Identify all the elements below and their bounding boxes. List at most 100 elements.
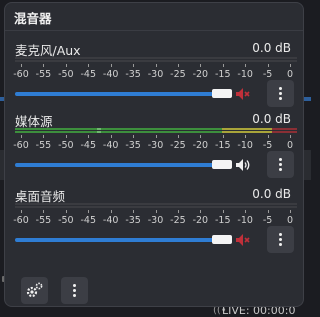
db-scale-label: -35 (125, 69, 141, 80)
meter-tick (43, 135, 45, 138)
db-scale-label: -10 (237, 215, 253, 226)
db-scale-label: -25 (170, 140, 186, 151)
mixer-more-button[interactable] (61, 277, 88, 304)
channel-desktop-audio: 桌面音频 0.0 dB -60 -55 -50 -45 -40 -35 -30 -25 -20-… (5, 186, 303, 266)
meter-row-left (15, 128, 297, 130)
meter-tick (290, 210, 291, 213)
volume-slider[interactable] (15, 89, 233, 99)
db-scale-label: -5 (262, 69, 273, 80)
db-scale-label: -35 (125, 215, 141, 226)
slider-track (15, 92, 215, 96)
meter-tick (110, 210, 112, 213)
meter-tick (65, 135, 67, 138)
db-scale-label: -15 (214, 140, 231, 151)
slider-track (15, 163, 215, 167)
meter-tick (21, 135, 22, 138)
db-scale-label: -20 (192, 69, 209, 80)
db-scale-label: -10 (237, 69, 253, 80)
channel-menu-button[interactable] (267, 151, 294, 178)
meter-tick (245, 64, 247, 67)
meter-tick (267, 135, 269, 138)
meter-tick (290, 135, 291, 138)
meter-tick (177, 135, 179, 138)
db-scale: -60 -55 -50 -45 -40 -35 -30 -25 -20 -15 -10 -5 0 (13, 140, 299, 152)
channel-menu-button[interactable] (267, 80, 294, 107)
speaker-muted-icon[interactable] (235, 232, 251, 248)
slider-track (15, 238, 215, 242)
meter-row-right (15, 206, 297, 208)
mixer-settings-button[interactable] (21, 277, 48, 304)
db-scale-label: -20 (192, 140, 209, 151)
db-scale-label: -55 (35, 140, 52, 151)
meter-tick (155, 210, 157, 213)
channel-menu-button[interactable] (267, 226, 294, 253)
db-scale-label: -55 (35, 215, 52, 226)
volume-meter (15, 57, 297, 63)
db-scale-label: 0 (286, 215, 294, 226)
db-scale: -60 -55 -50 -45 -40 -35 -30 -25 -20 -15 -10 -5 0 (13, 69, 299, 81)
meter-tick (245, 210, 247, 213)
db-scale-label: -5 (262, 215, 273, 226)
divider (5, 30, 303, 31)
channel-db-value: 0.0 dB (252, 187, 291, 201)
db-scale-label: 0 (286, 140, 294, 151)
db-scale-label: -25 (170, 215, 186, 226)
db-scale-label: -40 (102, 69, 119, 80)
db-scale-label: -45 (80, 215, 97, 226)
db-scale-label: -10 (237, 140, 253, 151)
meter-tick (177, 210, 179, 213)
db-scale-label: -50 (58, 69, 74, 80)
slider-handle[interactable] (212, 235, 232, 244)
db-scale-label: -30 (147, 140, 164, 151)
audio-mixer-panel: 混音器 麦克风/Aux 0.0 dB -60 -55 -50 -45 -40 -35 -30… (4, 2, 304, 307)
meter-ticks (15, 135, 297, 139)
meter-tick (200, 210, 202, 213)
meter-tick (267, 64, 269, 67)
meter-row-right (15, 60, 297, 62)
meter-tick (177, 64, 179, 67)
meter-tick (65, 210, 67, 213)
meter-tick (110, 64, 112, 67)
meter-tick (88, 64, 90, 67)
db-scale-label: 0 (286, 69, 294, 80)
db-scale-label: -60 (13, 140, 29, 151)
panel-title: 混音器 (14, 11, 52, 26)
meter-tick (133, 210, 135, 213)
channel-db-value: 0.0 dB (252, 41, 291, 55)
meter-tick (200, 64, 202, 67)
slider-handle[interactable] (212, 160, 232, 169)
gear-icon (26, 282, 43, 298)
db-scale-label: -20 (192, 215, 209, 226)
meter-tick (222, 64, 224, 67)
db-scale-label: -15 (214, 215, 231, 226)
db-scale-label: -45 (80, 69, 97, 80)
slider-handle[interactable] (212, 89, 232, 98)
meter-ticks (15, 64, 297, 68)
db-scale-label: -15 (214, 69, 231, 80)
db-scale-label: -40 (102, 215, 119, 226)
meter-tick (65, 64, 67, 67)
meter-row-right (15, 131, 297, 133)
meter-row-left (15, 203, 297, 205)
db-scale-label: -50 (58, 140, 74, 151)
meter-tick (245, 135, 247, 138)
meter-tick (21, 64, 22, 67)
db-scale-label: -25 (170, 69, 186, 80)
volume-meter (15, 203, 297, 209)
channel-db-value: 0.0 dB (252, 112, 291, 126)
meter-tick (110, 135, 112, 138)
meter-tick (155, 64, 157, 67)
meter-tick (43, 210, 45, 213)
speaker-muted-icon[interactable] (235, 86, 251, 102)
db-scale-label: -35 (125, 140, 141, 151)
meter-tick (133, 64, 135, 67)
volume-slider[interactable] (15, 160, 233, 170)
db-scale-label: -45 (80, 140, 97, 151)
meter-tick (155, 135, 157, 138)
db-scale: -60 -55 -50 -45 -40 -35 -30 -25 -20 -15 -10 -5 0 (13, 215, 299, 227)
volume-slider[interactable] (15, 235, 233, 245)
meter-tick (222, 135, 224, 138)
speaker-icon[interactable] (235, 157, 251, 173)
db-scale-label: -50 (58, 215, 74, 226)
db-scale-label: -30 (147, 69, 164, 80)
